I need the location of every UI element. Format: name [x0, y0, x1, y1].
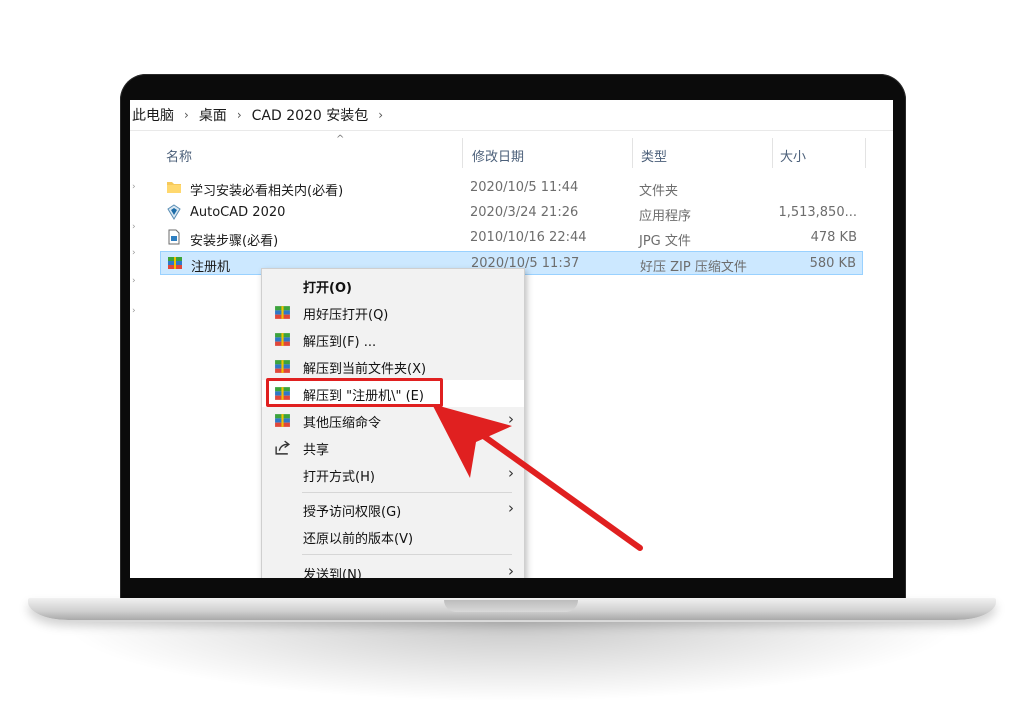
laptop-notch [444, 600, 578, 612]
annotation-highlight-box [266, 378, 443, 407]
menu-item-grant-access[interactable]: 授予访问权限(G) › [262, 496, 524, 523]
file-name: AutoCAD 2020 [190, 205, 286, 220]
chevron-right-icon[interactable]: › [132, 248, 136, 258]
sort-ascending-icon: ^ [336, 134, 345, 145]
chevron-right-icon: › [184, 108, 189, 122]
chevron-right-icon[interactable]: › [132, 276, 136, 286]
file-type: 文件夹 [639, 184, 679, 199]
column-divider[interactable] [632, 138, 633, 168]
column-divider[interactable] [772, 138, 773, 168]
file-type: 好压 ZIP 压缩文件 [640, 260, 747, 275]
file-type: JPG 文件 [639, 234, 691, 249]
chevron-right-icon: › [508, 464, 514, 482]
file-explorer-window: 此电脑 › 桌面 › CAD 2020 安装包 › › › › › › ^ 名称… [130, 100, 893, 578]
chevron-right-icon: › [508, 410, 514, 428]
column-header: ^ 名称 修改日期 类型 大小 [160, 134, 870, 168]
menu-item-restore-versions[interactable]: 还原以前的版本(V) [262, 523, 524, 550]
column-type[interactable]: 类型 [641, 146, 667, 165]
file-name: 安装步骤(必看) [190, 234, 279, 249]
menu-item-open-with-haozip[interactable]: 用好压打开(Q) [262, 299, 524, 326]
chevron-right-icon: › [236, 108, 242, 122]
menu-item-send-to[interactable]: 发送到(N) › [262, 559, 524, 578]
file-date: 2020/10/5 11:44 [470, 180, 579, 195]
file-size: 580 KB [809, 256, 856, 271]
menu-item-extract-here[interactable]: 解压到当前文件夹(X) [262, 353, 524, 380]
autocad-app-icon [167, 204, 181, 220]
breadcrumb: 此电脑 › 桌面 › CAD 2020 安装包 › [130, 100, 893, 131]
menu-item-open[interactable]: 打开(O) [262, 272, 524, 299]
file-date: 2020/3/24 21:26 [470, 205, 579, 220]
chevron-right-icon: › [508, 499, 514, 517]
column-divider[interactable] [462, 138, 463, 168]
context-menu: 打开(O) 用好压打开(Q) 解压到(F) ... 解压到当前文件夹(X) 解压… [261, 268, 525, 578]
menu-separator [302, 492, 512, 493]
image-file-icon [168, 229, 180, 245]
menu-separator [302, 554, 512, 555]
chevron-right-icon[interactable]: › [132, 222, 136, 232]
haozip-icon [275, 360, 290, 373]
haozip-icon [275, 333, 290, 346]
haozip-icon [275, 414, 290, 427]
chevron-right-icon[interactable]: › [132, 182, 136, 192]
chevron-right-icon[interactable]: › [132, 306, 136, 316]
column-size[interactable]: 大小 [780, 146, 806, 165]
breadcrumb-folder[interactable]: CAD 2020 安装包 [248, 105, 373, 125]
breadcrumb-this-pc[interactable]: 此电脑 [130, 105, 178, 125]
file-row[interactable]: 学习安装必看相关内(必看) 2020/10/5 11:44 文件夹 [160, 176, 863, 200]
laptop-shadow [60, 622, 964, 702]
column-name[interactable]: 名称 [166, 146, 192, 165]
file-type: 应用程序 [639, 209, 692, 224]
column-divider[interactable] [865, 138, 866, 168]
navigation-pane-edge: › › › › › [130, 130, 142, 578]
file-date: 2010/10/16 22:44 [470, 230, 587, 245]
breadcrumb-desktop[interactable]: 桌面 [195, 105, 231, 125]
haozip-icon [275, 306, 290, 319]
menu-item-extract-to[interactable]: 解压到(F) ... [262, 326, 524, 353]
file-size: 1,513,850... [778, 205, 857, 220]
menu-item-open-with[interactable]: 打开方式(H) › [262, 461, 524, 488]
file-size: 478 KB [810, 230, 857, 245]
menu-item-other-compress[interactable]: 其他压缩命令 › [262, 407, 524, 434]
zip-archive-icon [168, 257, 182, 269]
share-icon [275, 440, 291, 455]
file-row[interactable]: 安装步骤(必看) 2010/10/16 22:44 JPG 文件 478 KB [160, 226, 863, 250]
chevron-right-icon: › [508, 562, 514, 578]
folder-icon [167, 182, 181, 193]
menu-item-share[interactable]: 共享 [262, 434, 524, 461]
file-name: 注册机 [191, 260, 231, 275]
chevron-right-icon: › [378, 108, 384, 122]
column-date[interactable]: 修改日期 [472, 146, 524, 165]
file-row[interactable]: AutoCAD 2020 2020/3/24 21:26 应用程序 1,513,… [160, 201, 863, 225]
file-name: 学习安装必看相关内(必看) [190, 184, 344, 199]
